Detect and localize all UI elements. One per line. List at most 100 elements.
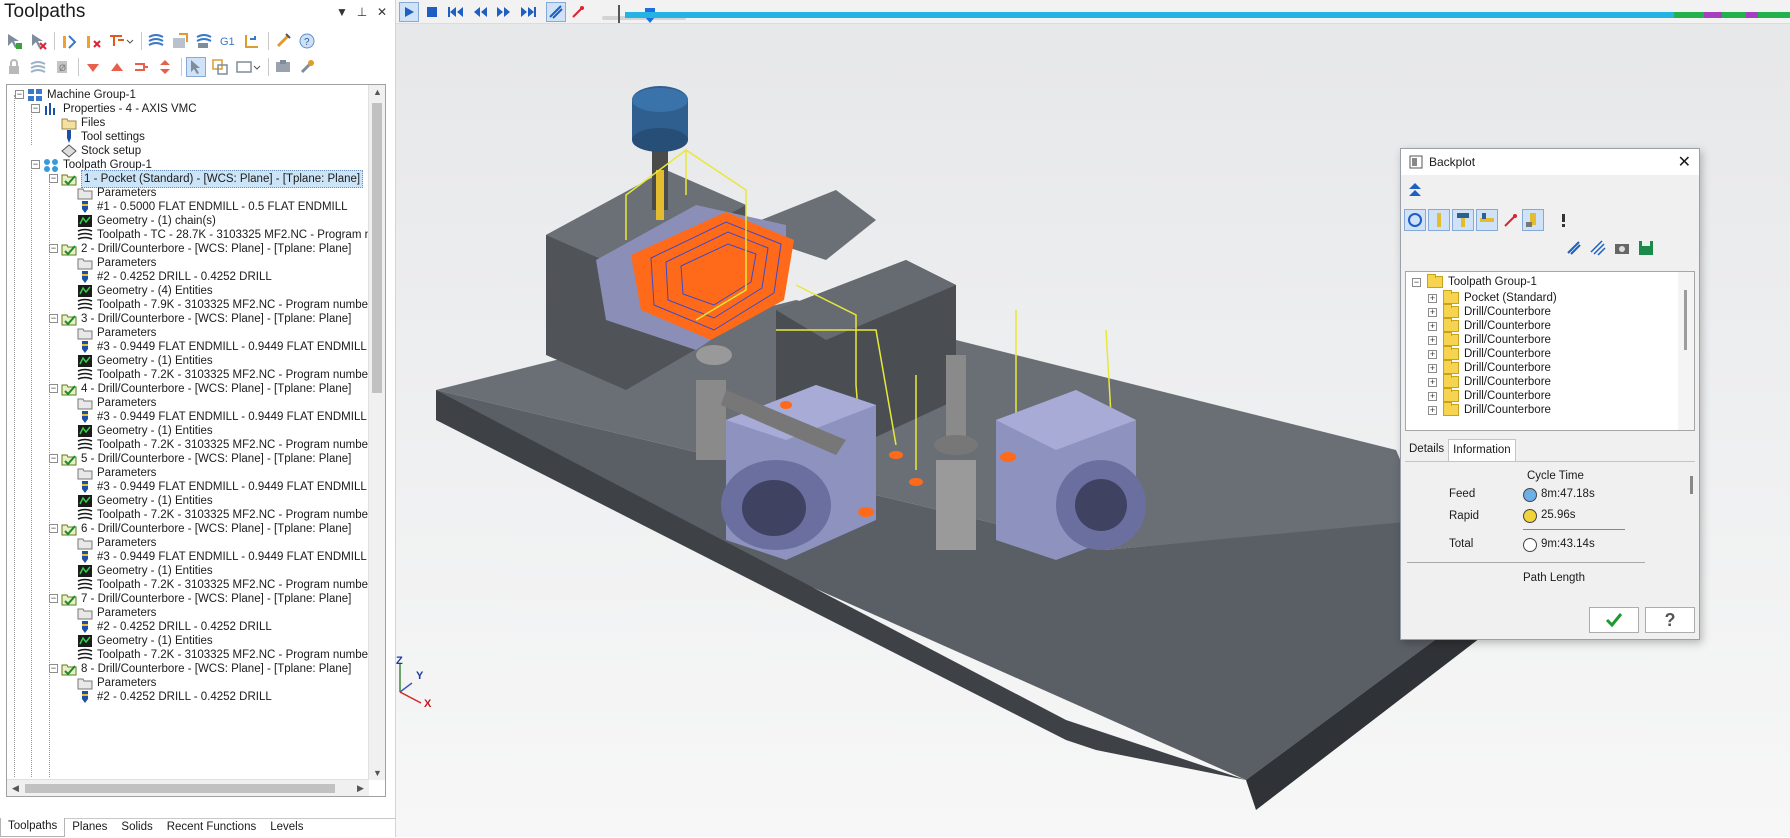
collapse-expander-icon[interactable]: − (49, 384, 58, 393)
collapse-expander-icon[interactable]: − (31, 160, 40, 169)
fast-forward-button[interactable] (518, 2, 538, 22)
backplot-tree-scrollbar[interactable] (1678, 272, 1694, 430)
svg-text:G1: G1 (220, 36, 235, 48)
save-icon[interactable] (1635, 237, 1657, 259)
shaded-display-icon[interactable] (1522, 209, 1544, 231)
display-options-icon[interactable] (234, 57, 262, 77)
scroll-thumb[interactable] (372, 103, 382, 393)
show-all-paths-icon[interactable] (1587, 237, 1609, 259)
dialog-close-icon[interactable]: ✕ (1678, 152, 1691, 172)
folder-icon (1443, 334, 1459, 346)
backplot-icon[interactable] (146, 31, 166, 51)
verify-icon[interactable] (170, 31, 190, 51)
collapse-expander-icon[interactable]: − (49, 454, 58, 463)
step-forward-button[interactable] (494, 2, 514, 22)
toolpath-options-icon[interactable] (107, 31, 135, 51)
expand-icon[interactable]: + (1428, 336, 1437, 345)
info-scroll-thumb[interactable] (1690, 476, 1693, 494)
horizontal-scrollbar[interactable]: ◀ ▶ (7, 779, 369, 796)
lock-toolpath-icon[interactable] (273, 31, 293, 51)
vertical-scrollbar[interactable]: ▲ ▼ (368, 85, 385, 780)
backplot-tree-item[interactable]: +Drill/Counterbore (1428, 402, 1551, 418)
total-clock-icon (1523, 538, 1537, 552)
scroll-insert-icon[interactable] (155, 57, 175, 77)
play-button[interactable] (399, 2, 419, 22)
step-back-button[interactable] (470, 2, 490, 22)
stop-button[interactable] (422, 2, 442, 22)
insert-arrow-icon[interactable] (131, 57, 151, 77)
alert-icon[interactable] (1552, 209, 1574, 231)
collapse-expander-icon[interactable]: − (49, 244, 58, 253)
post-selected-icon[interactable] (242, 31, 262, 51)
collapse-expander-icon[interactable]: − (49, 664, 58, 673)
tree-root[interactable]: − Toolpath Group-1 (1412, 274, 1537, 290)
tab-solids[interactable]: Solids (114, 819, 159, 838)
cutting-icon[interactable] (1500, 209, 1522, 231)
pin-icon[interactable]: ⊥ (354, 4, 370, 20)
select-all-operations-icon[interactable] (4, 31, 24, 51)
tool-display-icon[interactable] (1428, 209, 1450, 231)
rewind-button[interactable] (446, 2, 466, 22)
hscroll-thumb[interactable] (25, 784, 335, 793)
collapse-expander-icon[interactable]: − (49, 314, 58, 323)
move-up-icon[interactable] (107, 57, 127, 77)
close-icon[interactable]: ✕ (374, 4, 390, 20)
camera-icon[interactable] (1611, 237, 1633, 259)
rapid-label: Rapid (1449, 510, 1479, 522)
tool-manager-icon[interactable] (297, 57, 317, 77)
triad-y-label: Y (416, 670, 423, 682)
expand-icon[interactable]: + (1428, 392, 1437, 401)
holder-display-icon[interactable] (1452, 209, 1474, 231)
collapse-icon[interactable] (1407, 181, 1423, 197)
show-selected-icon[interactable] (210, 57, 230, 77)
tab-information[interactable]: Information (1448, 439, 1516, 461)
tool-list-icon[interactable] (1476, 209, 1498, 231)
panel-menu-icon[interactable]: ▼ (334, 4, 350, 20)
scroll-right-icon[interactable]: ▶ (352, 783, 369, 794)
regenerate-all-icon[interactable] (59, 31, 79, 51)
toggle-post-icon[interactable]: Ø (52, 57, 72, 77)
toolpath-display-button[interactable] (546, 2, 566, 22)
expand-icon[interactable]: + (1428, 308, 1437, 317)
tree-item-tool[interactable]: #2 - 0.4252 DRILL - 0.4252 DRILL (77, 689, 272, 705)
scroll-up-icon[interactable]: ▲ (369, 87, 386, 97)
tab-levels[interactable]: Levels (263, 819, 310, 838)
help-icon[interactable]: ? (297, 31, 317, 51)
expand-icon[interactable]: + (1428, 322, 1437, 331)
collapse-expander-icon[interactable]: − (49, 524, 58, 533)
expand-icon[interactable]: + (1428, 406, 1437, 415)
show-path-icon[interactable] (1563, 237, 1585, 259)
help-button[interactable]: ? (1645, 607, 1695, 633)
collapse-expander-icon[interactable]: − (49, 174, 58, 183)
move-down-icon[interactable] (83, 57, 103, 77)
ok-button[interactable] (1589, 607, 1639, 633)
tab-recent-functions[interactable]: Recent Functions (160, 819, 264, 838)
parameters-icon (77, 396, 93, 410)
triad-z-label: Z (396, 655, 403, 667)
lock-icon[interactable] (4, 57, 24, 77)
regenerate-dirty-icon[interactable] (83, 31, 103, 51)
folder-icon (61, 116, 77, 130)
deselect-operations-icon[interactable] (28, 31, 48, 51)
tool-display-button[interactable] (568, 2, 588, 22)
toggle-display-icon[interactable] (28, 57, 48, 77)
operation-folder-icon (61, 452, 77, 466)
tab-details[interactable]: Details (1405, 439, 1448, 461)
expand-icon[interactable]: + (1428, 350, 1437, 359)
scroll-down-icon[interactable]: ▼ (369, 768, 386, 778)
select-mode-icon[interactable] (186, 57, 206, 77)
collapse-expander-icon[interactable]: − (49, 594, 58, 603)
simulate-icon[interactable] (194, 31, 214, 51)
expand-icon[interactable]: + (1428, 378, 1437, 387)
g1-icon[interactable]: G1 (218, 31, 238, 51)
loop-icon[interactable] (1404, 209, 1426, 231)
collapse-expander-icon[interactable]: − (15, 90, 24, 99)
tab-planes[interactable]: Planes (65, 819, 114, 838)
progress-bar[interactable] (625, 12, 1790, 18)
tab-toolpaths[interactable]: Toolpaths (0, 818, 65, 837)
collapse-expander-icon[interactable]: − (31, 104, 40, 113)
scroll-left-icon[interactable]: ◀ (7, 783, 24, 794)
machine-sim-icon[interactable] (273, 57, 293, 77)
expand-icon[interactable]: + (1428, 294, 1437, 303)
expand-icon[interactable]: + (1428, 364, 1437, 373)
